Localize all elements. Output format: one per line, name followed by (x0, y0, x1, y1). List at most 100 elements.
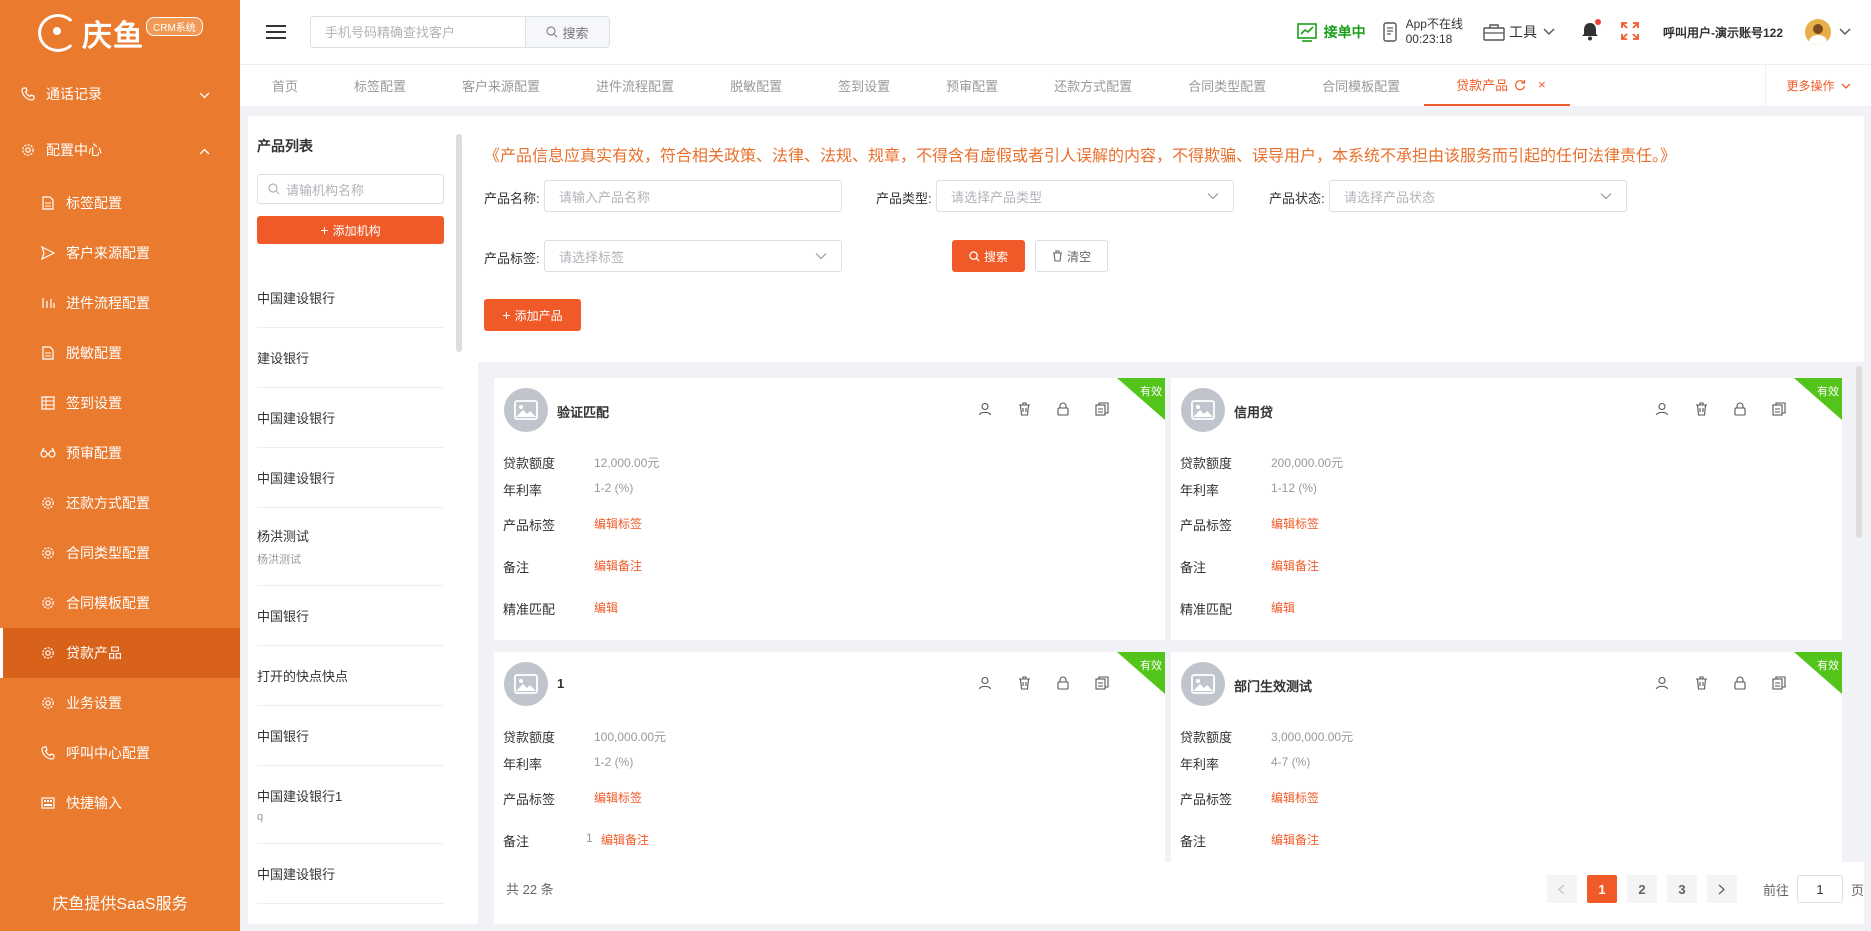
tab-item[interactable]: 还款方式配置 (1022, 65, 1156, 106)
edit-remark-link[interactable]: 编辑备注 (1271, 557, 1319, 574)
user-name[interactable]: 呼叫用户-演示账号122 (1663, 24, 1783, 41)
edit-tag-link[interactable]: 编辑标签 (1271, 515, 1319, 532)
org-list-scrollbar[interactable] (456, 134, 462, 352)
edit-remark-link[interactable]: 编辑备注 (594, 557, 642, 574)
sidebar-item[interactable]: 通话记录 (0, 66, 240, 122)
user-icon[interactable] (1651, 398, 1673, 420)
header-right: 接单中 App不在线 00:23:18 工具 呼叫用户-演示账号122 (1296, 0, 1871, 64)
pagination-bar: 共 22 条 123 前往 页 (494, 862, 1864, 924)
sidebar-item[interactable]: 业务设置 (0, 678, 240, 728)
search-icon (268, 183, 280, 195)
sidebar-item[interactable]: 签到设置 (0, 378, 240, 428)
sidebar-footer: 庆鱼提供SaaS服务 (52, 896, 188, 913)
edit-tag-link[interactable]: 编辑标签 (594, 789, 642, 806)
page-number-button[interactable]: 2 (1626, 875, 1657, 903)
org-list-item[interactable]: 建设银行 (257, 328, 444, 388)
page-suffix: 页 (1850, 882, 1864, 898)
sidebar-item[interactable]: 标签配置 (0, 178, 240, 228)
fullscreen-button[interactable] (1621, 21, 1639, 43)
sidebar-item[interactable]: 合同模板配置 (0, 578, 240, 628)
refresh-icon[interactable] (1514, 79, 1526, 91)
page-number-button[interactable]: 3 (1666, 875, 1697, 903)
tab-item[interactable]: 客户来源配置 (430, 65, 564, 106)
prev-page-button[interactable] (1546, 875, 1577, 903)
add-org-button[interactable]: + 添加机构 (257, 216, 444, 244)
tools-dropdown[interactable]: 工具 (1483, 22, 1555, 42)
edit-match-link[interactable]: 编辑 (594, 599, 618, 616)
order-status-toggle[interactable]: 接单中 (1296, 22, 1366, 42)
sidebar-item[interactable]: 客户来源配置 (0, 228, 240, 278)
user-icon[interactable] (974, 672, 996, 694)
product-name-input[interactable]: 请输入产品名称 (544, 180, 842, 212)
org-list-item[interactable]: 中国建设银行 (257, 268, 444, 328)
tab-list: 首页 标签配置 客户来源配置 进件流程配置 脱敏配置 签到设置 预审配置 还款方式配置 合同类型… (240, 65, 1424, 106)
org-list-item[interactable]: 中国建设银行1 q (257, 766, 444, 844)
edit-tag-link[interactable]: 编辑标签 (594, 515, 642, 532)
product-type-select[interactable]: 请选择产品类型 (936, 180, 1234, 212)
tab-item[interactable]: 合同类型配置 (1156, 65, 1290, 106)
edit-remark-link[interactable]: 编辑备注 (601, 831, 649, 848)
close-icon[interactable]: × (1538, 77, 1546, 92)
tab-item[interactable]: 脱敏配置 (698, 65, 806, 106)
lock-icon[interactable] (1729, 672, 1751, 694)
sidebar-item[interactable]: 快捷输入 (0, 778, 240, 828)
lock-icon[interactable] (1052, 398, 1074, 420)
customer-search-input[interactable] (310, 16, 525, 48)
sidebar-item[interactable]: 配置中心 (0, 122, 240, 178)
lock-icon[interactable] (1729, 398, 1751, 420)
user-icon[interactable] (974, 398, 996, 420)
copy-icon[interactable] (1091, 398, 1113, 420)
edit-remark-link[interactable]: 编辑备注 (1271, 831, 1319, 848)
org-list-item[interactable]: 中国建设银行 (257, 448, 444, 508)
org-list-item[interactable]: 中国银行 (257, 586, 444, 646)
sidebar-item[interactable]: 合同类型配置 (0, 528, 240, 578)
trash-icon[interactable] (1013, 672, 1035, 694)
cards-scrollbar[interactable] (1856, 366, 1862, 538)
edit-tag-link[interactable]: 编辑标签 (1271, 789, 1319, 806)
more-operations-dropdown[interactable]: 更多操作 (1765, 65, 1871, 106)
chevron-down-icon[interactable] (1839, 28, 1851, 36)
org-search-input[interactable]: 请输机构名称 (257, 174, 444, 204)
sidebar-item[interactable]: 还款方式配置 (0, 478, 240, 528)
user-icon[interactable] (1651, 672, 1673, 694)
tab-item[interactable]: 进件流程配置 (564, 65, 698, 106)
notification-bell[interactable] (1581, 18, 1601, 44)
sidebar-item[interactable]: 贷款产品 (0, 628, 240, 678)
tab-item[interactable]: 签到设置 (806, 65, 914, 106)
copy-icon[interactable] (1768, 398, 1790, 420)
sidebar-item[interactable]: 预审配置 (0, 428, 240, 478)
filter-clear-button[interactable]: 清空 (1035, 240, 1108, 272)
filter-search-button[interactable]: 搜索 (952, 240, 1025, 272)
org-list-item[interactable]: 建设银行 (257, 904, 444, 924)
org-list-item[interactable]: 中国建设银行 (257, 844, 444, 904)
tab-loan-product[interactable]: 贷款产品 × (1424, 65, 1570, 106)
tab-item[interactable]: 标签配置 (322, 65, 430, 106)
edit-match-link[interactable]: 编辑 (1271, 599, 1295, 616)
tab-item[interactable]: 预审配置 (914, 65, 1022, 106)
product-tag-select[interactable]: 请选择标签 (544, 240, 842, 272)
org-list-item[interactable]: 打开的快点快点 (257, 646, 444, 706)
add-product-button[interactable]: + 添加产品 (484, 299, 581, 331)
lock-icon[interactable] (1052, 672, 1074, 694)
menu-toggle-icon[interactable] (266, 21, 286, 43)
tab-item[interactable]: 首页 (240, 65, 322, 106)
page-number-button[interactable]: 1 (1586, 875, 1617, 903)
trash-icon[interactable] (1690, 398, 1712, 420)
next-page-button[interactable] (1706, 875, 1737, 903)
goto-page-input[interactable] (1796, 875, 1843, 903)
org-list-item[interactable]: 杨洪测试 杨洪测试 (257, 508, 444, 586)
sidebar-item[interactable]: 呼叫中心配置 (0, 728, 240, 778)
sidebar-item[interactable]: 脱敏配置 (0, 328, 240, 378)
product-status-select[interactable]: 请选择产品状态 (1329, 180, 1627, 212)
trash-icon[interactable] (1013, 398, 1035, 420)
tab-item[interactable]: 合同模板配置 (1290, 65, 1424, 106)
copy-icon[interactable] (1091, 672, 1113, 694)
header-search-button[interactable]: 搜索 (525, 16, 610, 48)
org-list-item[interactable]: 中国银行 (257, 706, 444, 766)
org-list-item[interactable]: 中国建设银行 (257, 388, 444, 448)
user-avatar[interactable] (1805, 19, 1831, 45)
copy-icon[interactable] (1768, 672, 1790, 694)
sidebar-item[interactable]: 进件流程配置 (0, 278, 240, 328)
trash-icon[interactable] (1690, 672, 1712, 694)
app-status[interactable]: App不在线 00:23:18 (1382, 17, 1463, 47)
